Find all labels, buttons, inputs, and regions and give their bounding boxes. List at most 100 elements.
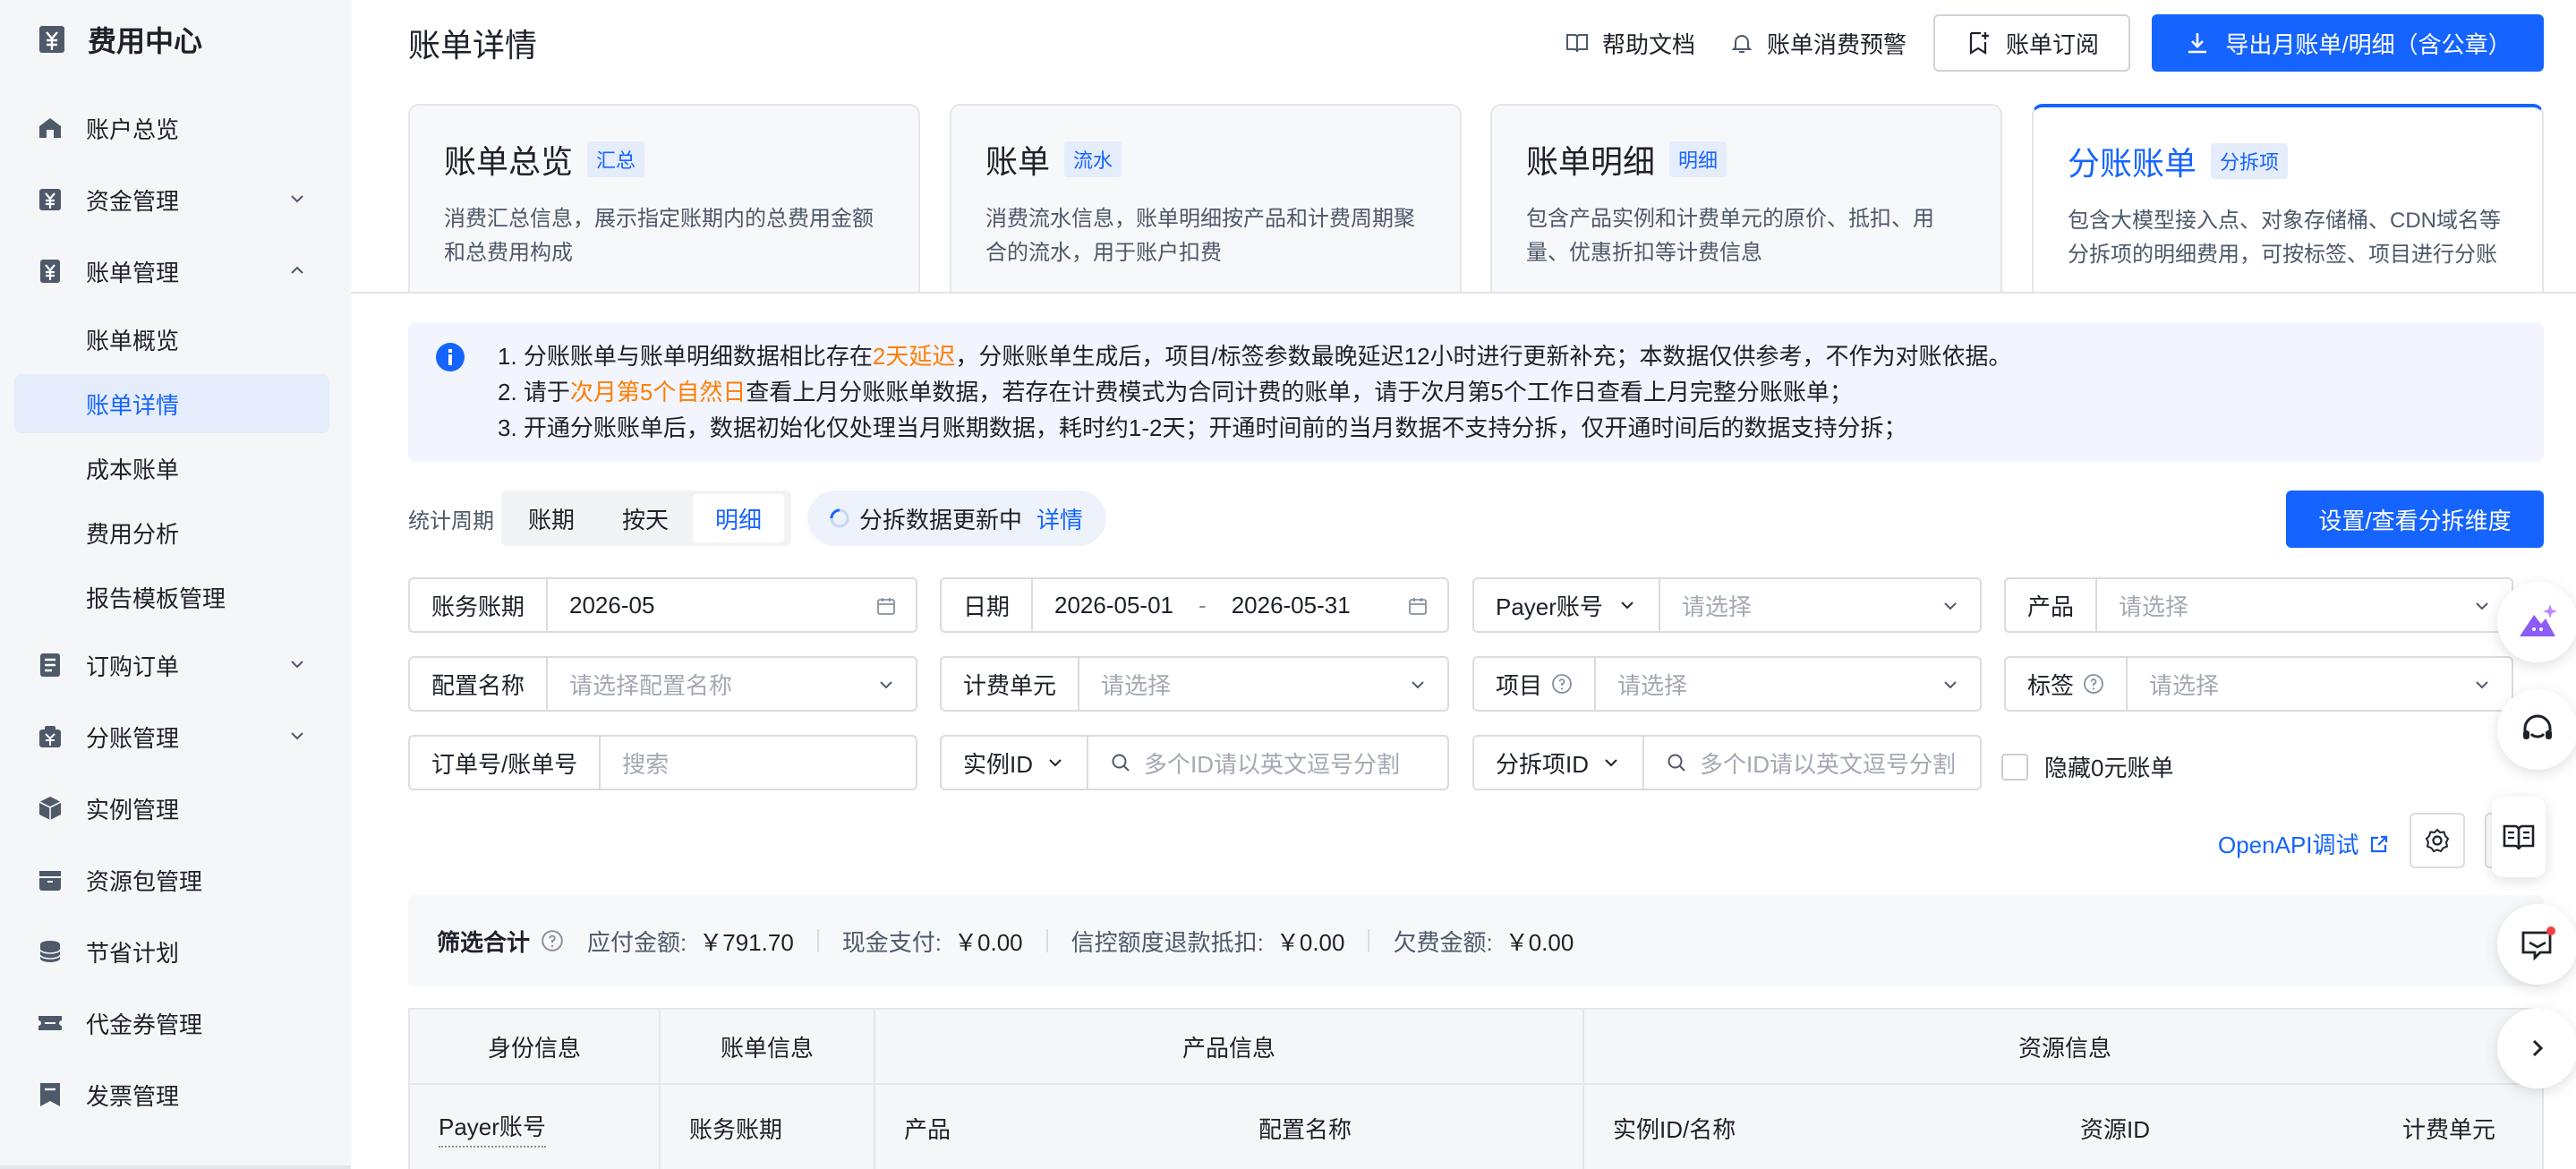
subscribe-button[interactable]: 账单订阅 bbox=[1933, 14, 2130, 72]
sidebar-subitem-label: 账单详情 bbox=[86, 391, 180, 419]
card-description: 消费流水信息，账单明细按产品和计费周期聚合的流水，用于账户扣费 bbox=[985, 207, 1415, 265]
payer-account-filter[interactable]: Payer账号 请选择 bbox=[1472, 577, 1982, 633]
card-description: 包含产品实例和计费单元的原价、抵扣、用量、优惠折扣等计费信息 bbox=[1526, 207, 1934, 265]
sidebar-item-invoice-management[interactable]: 发票管理 bbox=[14, 1065, 329, 1124]
gear-icon bbox=[2425, 828, 2450, 853]
date-start-value: 2026-05-01 bbox=[1054, 591, 1174, 619]
bill-period-filter[interactable]: 账务账期 2026-05 bbox=[408, 577, 917, 633]
instance-id-type-select[interactable]: 实例ID bbox=[942, 737, 1089, 789]
ai-assistant-button[interactable] bbox=[2497, 582, 2576, 662]
ai-mountain-icon bbox=[2520, 604, 2557, 636]
card-bill-details[interactable]: 账单明细 明细 包含产品实例和计费单元的原价、抵扣、用量、优惠折扣等计费信息 bbox=[1490, 104, 2002, 292]
calendar-icon bbox=[1409, 598, 1427, 615]
payer-account-type-select[interactable]: Payer账号 bbox=[1474, 579, 1660, 631]
col-payer-account[interactable]: Payer账号 bbox=[410, 1085, 661, 1169]
openapi-debug-link[interactable]: OpenAPI调试 bbox=[2218, 827, 2390, 860]
split-bill-table: 身份信息 账单信息 产品信息 资源信息 Payer账号 账务账期 产品 配置名称… bbox=[408, 1008, 2544, 1169]
sidebar-item-account-overview[interactable]: 账户总览 bbox=[14, 98, 329, 158]
period-option-billing-cycle[interactable]: 账期 bbox=[505, 494, 598, 542]
notice-text: ，分账账单生成后，项目/标签参数最晚延迟12小时进行更新补充；本数据仅供参考，不… bbox=[955, 343, 2012, 370]
notice-text: 2. 请于 bbox=[498, 379, 570, 405]
split-item-id-input[interactable]: 多个ID请以英文逗号分割 bbox=[1700, 747, 1956, 780]
sidebar-item-bill-management[interactable]: 账单管理 bbox=[14, 242, 329, 301]
sidebar-item-voucher-management[interactable]: 代金券管理 bbox=[14, 994, 329, 1053]
sidebar-item-savings-plan[interactable]: 节省计划 bbox=[14, 922, 329, 981]
summary-title-text: 筛选合计 bbox=[437, 928, 531, 956]
period-option-daily[interactable]: 按天 bbox=[598, 494, 693, 542]
hide-zero-bills-checkbox[interactable]: 隐藏0元账单 bbox=[2001, 750, 2173, 783]
tag-label: 标签 bbox=[2027, 671, 2075, 699]
split-item-id-type-select[interactable]: 分拆项ID bbox=[1474, 737, 1645, 789]
docs-button[interactable] bbox=[2492, 797, 2546, 877]
external-link-icon bbox=[2370, 835, 2387, 852]
column-settings-button[interactable] bbox=[2410, 813, 2465, 868]
sidebar: 费用中心 账户总览 资金管理 账单管理 账单概览 账单详情 成本账单 费用分析 … bbox=[0, 0, 351, 1169]
card-bill[interactable]: 账单 流水 消费流水信息，账单明细按产品和计费周期聚合的流水，用于账户扣费 bbox=[950, 104, 1462, 292]
notice-line-3: 3. 开通分账账单后，数据初始化仅处理当月账期数据，耗时约1-2天；开通时间前的… bbox=[498, 414, 1907, 441]
hide-zero-bills-label: 隐藏0元账单 bbox=[2044, 755, 2174, 781]
checkbox-box[interactable] bbox=[2001, 753, 2028, 781]
period-option-detail[interactable]: 明细 bbox=[693, 494, 784, 542]
sidebar-item-fund-management[interactable]: 资金管理 bbox=[14, 170, 329, 229]
card-tag: 明细 bbox=[1669, 141, 1727, 177]
split-status-text: 分拆数据更新中 bbox=[859, 506, 1023, 533]
billing-unit-filter[interactable]: 计费单元 请选择 bbox=[940, 656, 1449, 712]
payable-label: 应付金额: bbox=[587, 928, 687, 956]
date-range-filter[interactable]: 日期 2026-05-01 - 2026-05-31 bbox=[940, 577, 1449, 633]
bill-period-value: 2026-05 bbox=[569, 591, 655, 619]
split-item-id-filter[interactable]: 分拆项ID 多个ID请以英文逗号分割 bbox=[1472, 735, 1982, 790]
sidebar-subitem-bill-overview[interactable]: 账单概览 bbox=[14, 310, 329, 369]
chevron-down-icon bbox=[2476, 602, 2488, 610]
instance-id-input[interactable]: 多个ID请以英文逗号分割 bbox=[1144, 747, 1400, 780]
chevron-down-icon bbox=[291, 661, 303, 669]
group-resource: 资源信息 bbox=[2017, 1034, 2111, 1062]
product-filter[interactable]: 产品 请选择 bbox=[2004, 577, 2513, 633]
book-icon bbox=[1566, 34, 1588, 53]
payable-value: ￥791.70 bbox=[699, 928, 794, 956]
split-dimension-button[interactable]: 设置/查看分拆维度 bbox=[2286, 491, 2544, 548]
sidebar-item-resource-packages[interactable]: 资源包管理 bbox=[14, 850, 329, 909]
card-bill-overview[interactable]: 账单总览 汇总 消费汇总信息，展示指定账期内的总费用金额和总费用构成 bbox=[408, 104, 920, 292]
sidebar-subitem-cost-bill[interactable]: 成本账单 bbox=[14, 439, 329, 498]
notice-line-2: 2. 请于次月第5个自然日查看上月分账账单数据，若存在计费模式为合同计费的账单，… bbox=[498, 374, 2544, 410]
bookmark-add-icon bbox=[1969, 31, 1989, 55]
help-circle-icon[interactable] bbox=[1551, 673, 1573, 695]
cube-icon bbox=[38, 797, 62, 820]
credit-value: ￥0.00 bbox=[1275, 928, 1345, 956]
sidebar-subitem-bill-details[interactable]: 账单详情 bbox=[14, 374, 329, 433]
owed-value: ￥0.00 bbox=[1505, 928, 1574, 956]
help-docs-link[interactable]: 帮助文档 bbox=[1565, 25, 1695, 61]
help-circle-icon[interactable] bbox=[2083, 673, 2104, 695]
config-name-filter[interactable]: 配置名称 请选择配置名称 bbox=[408, 656, 917, 712]
tag-filter[interactable]: 标签 请选择 bbox=[2004, 656, 2513, 712]
help-circle-icon[interactable] bbox=[541, 929, 564, 952]
package-icon bbox=[39, 871, 61, 891]
calendar-icon bbox=[877, 598, 895, 615]
sidebar-item-instance-management[interactable]: 实例管理 bbox=[14, 779, 329, 838]
customer-service-button[interactable] bbox=[2497, 689, 2576, 770]
card-split-bill[interactable]: 分账账单 分拆项 包含大模型接入点、对象存储桶、CDN域名等分拆项的明细费用，可按… bbox=[2032, 104, 2544, 292]
sidebar-item-split-management[interactable]: 分账管理 bbox=[14, 707, 329, 766]
project-filter[interactable]: 项目 请选择 bbox=[1472, 656, 1982, 712]
chevron-up-icon bbox=[291, 266, 303, 274]
instance-id-filter[interactable]: 实例ID 多个ID请以英文逗号分割 bbox=[940, 735, 1449, 790]
col-instance-id: 实例ID/名称 bbox=[1613, 1115, 1736, 1143]
collapse-rail-button[interactable] bbox=[2497, 1008, 2576, 1088]
loading-spinner-icon bbox=[830, 508, 849, 528]
tag-placeholder: 请选择 bbox=[2149, 671, 2220, 699]
sidebar-subitem-cost-analysis[interactable]: 费用分析 bbox=[14, 503, 329, 562]
feedback-button[interactable] bbox=[2497, 904, 2576, 985]
group-product: 产品信息 bbox=[875, 1010, 1584, 1083]
cash-label: 现金支付: bbox=[841, 928, 943, 956]
sidebar-subitem-report-templates[interactable]: 报告模板管理 bbox=[14, 567, 329, 627]
order-icon bbox=[40, 653, 60, 677]
order-number-filter[interactable]: 订单号/账单号 搜索 bbox=[408, 735, 917, 790]
summary-cash: 现金支付: ￥0.00 bbox=[842, 925, 1023, 958]
order-number-input[interactable]: 搜索 bbox=[622, 747, 669, 780]
sidebar-item-orders[interactable]: 订购订单 bbox=[14, 636, 329, 695]
summary-payable: 应付金额: ￥791.70 bbox=[587, 925, 794, 958]
export-button[interactable]: 导出月账单/明细（含公章） bbox=[2152, 14, 2544, 72]
bill-period-label: 账务账期 bbox=[410, 579, 549, 631]
billing-alert-link[interactable]: 账单消费预警 bbox=[1729, 25, 1906, 61]
split-status-details-link[interactable]: 详情 bbox=[1036, 502, 1083, 535]
